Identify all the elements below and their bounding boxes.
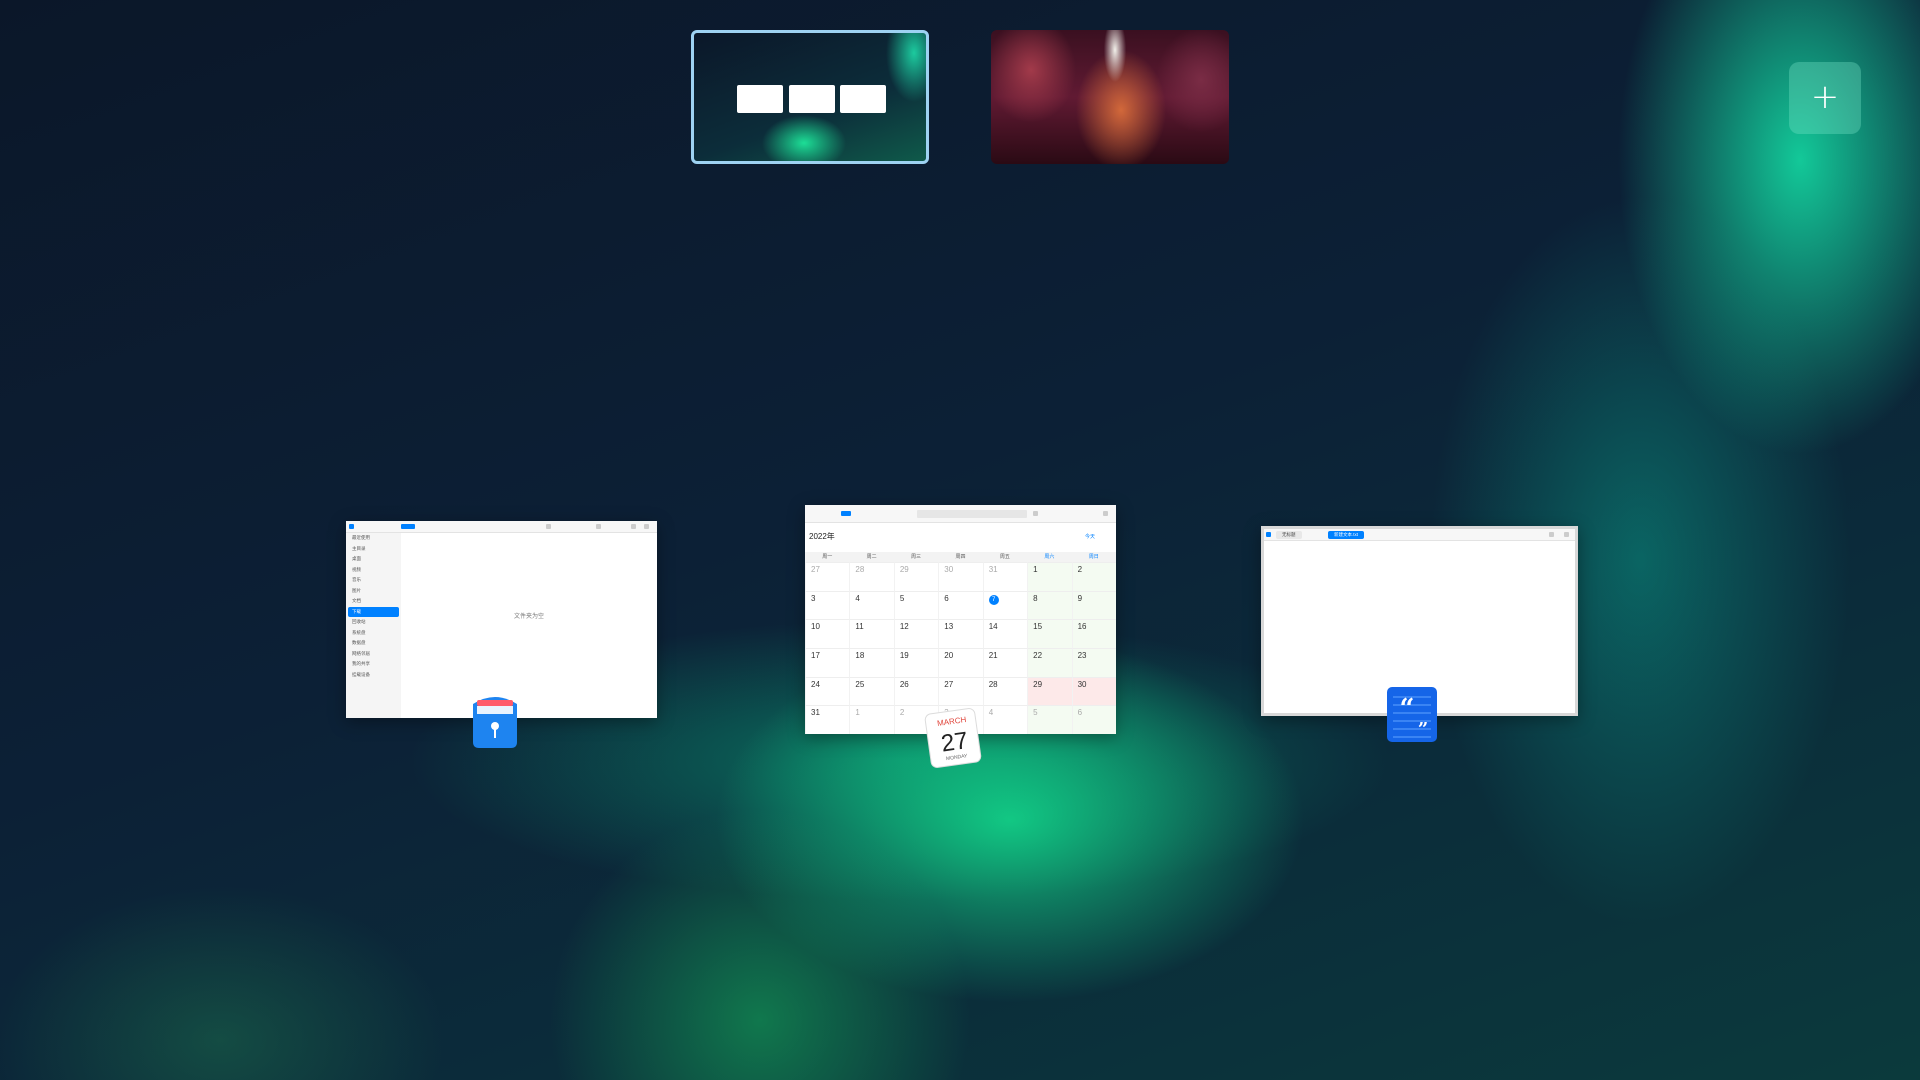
calendar-day-cell[interactable]: 9: [1071, 590, 1116, 620]
calendar-day-cell[interactable]: 29: [1027, 676, 1072, 706]
sidebar-item[interactable]: 回收站: [348, 617, 399, 628]
calendar-day-cell[interactable]: 27: [938, 676, 983, 706]
calendar-day-cell[interactable]: 4: [849, 590, 894, 620]
weekday-header: 周六: [1027, 552, 1072, 562]
calendar-day-cell[interactable]: 22: [1027, 647, 1072, 677]
calendar-day-cell[interactable]: 18: [849, 647, 894, 677]
calendar-day-cell[interactable]: 8: [1027, 590, 1072, 620]
add-workspace-button[interactable]: +: [1789, 62, 1861, 134]
calendar-day-cell[interactable]: 29: [893, 562, 939, 591]
file-manager-app-icon: [467, 690, 523, 750]
close-icon[interactable]: [1103, 511, 1108, 516]
tab-untitled[interactable]: 无标题: [1276, 531, 1302, 539]
calendar-day-cell[interactable]: 7: [982, 590, 1028, 620]
minimize-icon[interactable]: [1549, 532, 1554, 537]
sidebar-item[interactable]: 图片: [348, 586, 399, 597]
svg-text:”: ”: [1418, 719, 1428, 740]
calendar-day-cell[interactable]: 31: [805, 705, 850, 734]
calendar-day-cell[interactable]: 19: [893, 647, 939, 677]
calendar-app-icon: MARCH 27 MONDAY: [924, 707, 982, 769]
calendar-day-cell[interactable]: 6: [938, 590, 983, 620]
address-bar[interactable]: [401, 524, 415, 529]
minimize-icon[interactable]: [631, 524, 636, 529]
menu-icon[interactable]: [596, 524, 601, 529]
calendar-day-cell[interactable]: 31: [982, 562, 1028, 591]
workspace-1-mini-window: [737, 85, 783, 113]
close-icon[interactable]: [644, 524, 649, 529]
workspace-1-thumbnail[interactable]: [691, 30, 929, 164]
weekday-header: 周四: [938, 552, 983, 562]
svg-text:“: “: [1400, 694, 1415, 724]
calendar-day-cell[interactable]: 11: [849, 619, 894, 648]
text-editor-app-icon: “ ”: [1385, 685, 1439, 744]
sidebar-item[interactable]: 网络邻居: [348, 649, 399, 660]
calendar-day-cell[interactable]: 23: [1071, 647, 1116, 677]
close-icon[interactable]: [1564, 532, 1569, 537]
sidebar-item[interactable]: 系统盘: [348, 628, 399, 639]
calendar-day-cell[interactable]: 28: [982, 676, 1028, 706]
sidebar-item[interactable]: 桌面: [348, 554, 399, 565]
sidebar-item[interactable]: 最近使用: [348, 533, 399, 544]
calendar-day-cell[interactable]: 1: [849, 705, 894, 734]
calendar-day-cell[interactable]: 30: [938, 562, 983, 591]
weekday-header: 周日: [1071, 552, 1116, 562]
sidebar-item[interactable]: 下载: [348, 606, 399, 617]
calendar-day-cell[interactable]: 28: [849, 562, 894, 591]
file-manager-titlebar: [346, 521, 657, 533]
sidebar-item[interactable]: 挂载设备: [348, 670, 399, 681]
weekday-header: 周一: [805, 552, 850, 562]
sidebar-item[interactable]: 视频: [348, 565, 399, 576]
today-button[interactable]: 今天: [1085, 533, 1095, 540]
sidebar-item[interactable]: 主目录: [348, 544, 399, 555]
calendar-window[interactable]: 2022年 今天 周一 周二 周三 周四 周五 周六 周日 27 28 29 30 31 1 2 3 4 5 6 7…: [805, 505, 1116, 734]
calendar-day-cell[interactable]: 5: [893, 590, 939, 620]
empty-folder-text: 文件夹为空: [513, 614, 544, 620]
weekday-header: 周三: [893, 552, 939, 562]
calendar-day-cell[interactable]: 16: [1071, 619, 1116, 648]
calendar-titlebar: [805, 505, 1116, 523]
calendar-year: 2022年: [809, 532, 835, 541]
view-icon[interactable]: [546, 524, 551, 529]
calendar-day-cell[interactable]: 4: [982, 705, 1028, 734]
calendar-day-cell[interactable]: 26: [893, 676, 939, 706]
add-event-icon[interactable]: [1033, 511, 1038, 516]
quote-icon: “ ”: [1387, 687, 1437, 742]
workspace-1-mini-window: [840, 85, 886, 113]
editor-app-icon: [1266, 532, 1271, 537]
calendar-day-cell[interactable]: 21: [982, 647, 1028, 677]
calendar-day-cell[interactable]: 15: [1027, 619, 1072, 648]
calendar-day-cell[interactable]: 25: [849, 676, 894, 706]
calendar-day-cell[interactable]: 2: [1071, 562, 1116, 591]
file-manager-app-icon: [349, 524, 354, 529]
calendar-day-cell[interactable]: 6: [1071, 705, 1116, 734]
sidebar-item[interactable]: 音乐: [348, 575, 399, 586]
month-view-tab[interactable]: [841, 511, 851, 516]
folder-icon: [473, 697, 517, 748]
workspace-1-mini-window: [789, 85, 835, 113]
calendar-day-cell[interactable]: 30: [1071, 676, 1116, 706]
calendar-day-cell[interactable]: 5: [1027, 705, 1072, 734]
workspace-2-thumbnail[interactable]: [991, 30, 1229, 164]
text-editor-titlebar: 无标题 新建文本.txt: [1264, 529, 1575, 541]
calendar-day-cell[interactable]: 13: [938, 619, 983, 648]
calendar-day-cell[interactable]: 20: [938, 647, 983, 677]
calendar-day-cell[interactable]: 17: [805, 647, 850, 677]
calendar-day-cell[interactable]: 24: [805, 676, 850, 706]
calendar-day-cell[interactable]: 10: [805, 619, 850, 648]
calendar-day-cell[interactable]: 3: [805, 590, 850, 620]
sidebar-item[interactable]: 我的共享: [348, 659, 399, 670]
search-input[interactable]: [917, 510, 1027, 518]
calendar-day-cell[interactable]: 27: [805, 562, 850, 591]
calendar-icon: MARCH 27 MONDAY: [924, 708, 982, 768]
weekday-header: 周五: [982, 552, 1028, 562]
file-manager-window[interactable]: 最近使用 主目录 桌面 视频 音乐 图片 文档 下载 回收站 系统盘 数据盘 网络邻居 我的共享 挂载设备…: [346, 521, 657, 718]
sidebar-item[interactable]: 数据盘: [348, 638, 399, 649]
calendar-day-cell[interactable]: 14: [982, 619, 1028, 648]
tab-new-text[interactable]: 新建文本.txt: [1328, 531, 1365, 539]
sidebar-item[interactable]: 文档: [348, 596, 399, 607]
calendar-day-cell[interactable]: 1: [1027, 562, 1072, 591]
calendar-day-cell[interactable]: 12: [893, 619, 939, 648]
weekday-header: 周二: [849, 552, 894, 562]
file-manager-sidebar: 最近使用 主目录 桌面 视频 音乐 图片 文档 下载 回收站 系统盘 数据盘 网络邻居 我的共享 挂载设备: [346, 533, 401, 718]
